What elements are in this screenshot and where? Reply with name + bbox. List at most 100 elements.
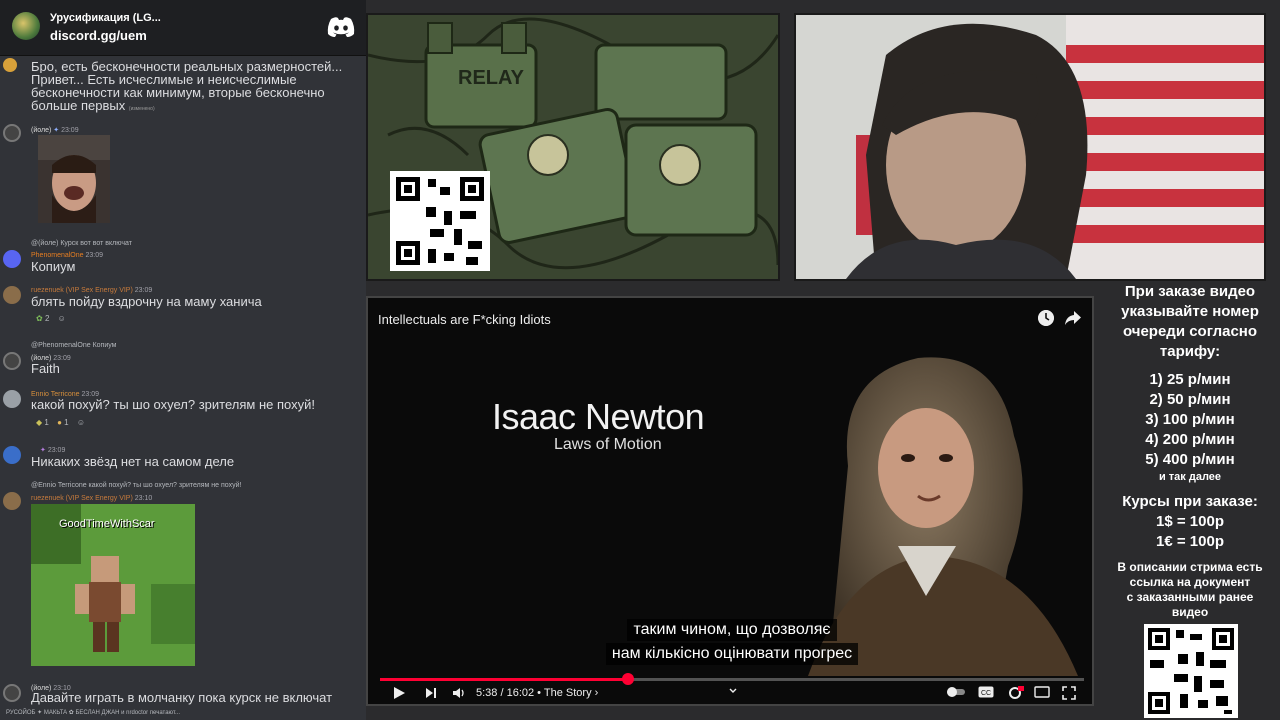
server-header: Урусификация (LG... discord.gg/uem: [0, 0, 366, 56]
add-reaction-icon[interactable]: ☺: [77, 418, 85, 427]
subtitle-line: нам кількісно оцінювати прогрес: [605, 643, 859, 665]
reply-preview: @Ennio Terricone какой похуй? ты шо охуе…: [31, 482, 242, 489]
gif-image: [38, 135, 110, 223]
edited-label: (изменено): [128, 106, 155, 112]
player-controls: 5:38 / 16:02 • The Story › CC: [368, 682, 1092, 704]
video-player[interactable]: Intellectuals are F*cking Idiots Isaac N: [366, 296, 1094, 706]
reaction-count: 2: [44, 314, 50, 323]
add-reaction-icon[interactable]: ☺: [58, 314, 66, 323]
subtitles: таким чином, що дозволяє нам кількісно о…: [582, 618, 882, 666]
info-heading: указывайте номер: [1121, 303, 1259, 320]
webcam-feed: [794, 13, 1266, 281]
share-icon[interactable]: [1064, 310, 1082, 326]
avatar: [3, 390, 21, 408]
video-title[interactable]: Intellectuals are F*cking Idiots: [378, 312, 551, 327]
discord-chat-panel: Бро, есть бесконечности реальных размерн…: [0, 0, 366, 720]
username: ruezenuek (VIP Sex Energy VIP): [31, 287, 133, 294]
server-invite-link[interactable]: discord.gg/uem: [50, 28, 147, 43]
server-name: Урусификация (LG...: [50, 12, 161, 24]
message-text: Давайте играть в молчанку пока курск не …: [31, 690, 333, 705]
timestamp: 23:09: [134, 287, 153, 294]
relay-artwork: RELAY: [366, 13, 780, 281]
time-display: 5:38 / 16:02 • The Story ›: [476, 687, 598, 699]
volume-icon[interactable]: [452, 686, 466, 700]
reply-preview: @PhenomenalOne Копиум: [31, 342, 117, 349]
captions-icon[interactable]: CC: [978, 686, 994, 698]
message-text: блять пойду вздрочну на маму ханича: [31, 294, 262, 309]
avatar: [3, 492, 21, 510]
order-info-panel: При заказе видео указывайте номер очеред…: [1100, 282, 1280, 620]
chat-message: ruezenuek (VIP Sex Energy VIP) 23:09 бля…: [0, 282, 366, 326]
qr-code: [1144, 624, 1238, 718]
webcam-image: [796, 15, 1264, 279]
price-tier: 5) 400 р/мин: [1145, 451, 1235, 468]
chat-message: ✦ 23:09 Никаких звёзд нет на самом деле: [0, 442, 366, 472]
chat-message: (йоле) 23:10 Давайте играть в молчанку п…: [0, 680, 366, 708]
chat-message: (йоле) ✦ 23:09: [0, 120, 366, 230]
price-tier: 3) 100 р/мин: [1145, 411, 1235, 428]
timestamp: 23:09: [61, 127, 79, 134]
chevron-down-icon[interactable]: [728, 686, 738, 696]
stream-overlay: Бро, есть бесконечности реальных размерн…: [0, 0, 1280, 720]
chapter-link[interactable]: • The Story ›: [537, 687, 598, 699]
info-description: ссылка на документ: [1129, 575, 1251, 589]
reaction-chip[interactable]: ✿ 2 ☺: [36, 312, 66, 325]
info-description: с заказанными ранее: [1126, 590, 1254, 604]
reaction-emoji-icon: ◆: [36, 418, 43, 427]
info-heading: При заказе видео: [1124, 283, 1256, 300]
info-description: В описании стрима есть: [1117, 560, 1263, 574]
username: (йоле): [31, 127, 52, 134]
message-text: Faith: [31, 361, 60, 376]
overlay-title: Isaac Newton: [492, 396, 705, 437]
rate-line: 1$ = 100р: [1156, 513, 1224, 530]
avatar: [3, 124, 21, 142]
reaction-chip[interactable]: ◆ 1 ● 1 ☺: [36, 416, 85, 429]
message-text: Копиум: [31, 259, 76, 274]
role-icon: ✦: [40, 447, 46, 454]
chat-message: @Ennio Terricone какой похуй? ты шо охуе…: [0, 478, 366, 668]
subtitle-line: таким чином, що дозволяє: [627, 619, 837, 641]
info-note: и так далее: [1158, 471, 1222, 483]
svg-text:CC: CC: [981, 690, 991, 697]
info-heading: тарифу:: [1159, 343, 1221, 360]
reaction-emoji-icon: ✿: [36, 314, 43, 323]
avatar: [3, 352, 21, 370]
settings-hd-icon[interactable]: [1008, 686, 1024, 700]
play-icon[interactable]: [392, 686, 406, 700]
avatar: [3, 446, 21, 464]
gif-caption: GoodTimeWithScar: [59, 518, 155, 530]
chat-message: @PhenomenalOne Копиум (йоле) 23:09 Faith: [0, 338, 366, 378]
timestamp: 23:10: [134, 495, 153, 502]
avatar: [3, 58, 17, 72]
progress-bar[interactable]: [380, 673, 1084, 685]
reaction-emoji-icon: ●: [57, 418, 62, 427]
message-text: больше первых: [31, 98, 126, 113]
time-text: 5:38 / 16:02: [476, 687, 535, 699]
avatar: [3, 684, 21, 702]
username: PhenomenalOne: [31, 252, 84, 259]
next-icon[interactable]: [424, 686, 438, 700]
rates-heading: Курсы при заказе:: [1122, 493, 1258, 510]
discord-avatar: [3, 250, 21, 268]
cast-icon[interactable]: [1034, 686, 1050, 698]
info-description: видео: [1171, 605, 1209, 619]
progress-fill: [380, 678, 628, 681]
avatar: [3, 286, 21, 304]
fullscreen-icon[interactable]: [1062, 686, 1076, 700]
gif-image: GoodTimeWithScar: [31, 504, 195, 666]
chat-message: Ennio Terricone 23:09 какой похуй? ты шо…: [0, 386, 366, 432]
timestamp: 23:09: [47, 447, 66, 454]
timestamp: 23:09: [85, 252, 104, 259]
role-icon: ✦: [53, 127, 60, 134]
message-text: какой похуй? ты шо охуел? зрителям не по…: [31, 397, 315, 412]
overlay-subtitle: Laws of Motion: [554, 436, 662, 453]
watch-later-icon[interactable]: [1038, 310, 1054, 326]
info-heading: очереди согласно: [1122, 323, 1258, 340]
rate-line: 1€ = 100р: [1156, 533, 1224, 550]
username: ruezenuek (VIP Sex Energy VIP): [31, 495, 133, 502]
chat-message: @(йоле) Курск вот вот включат Phenomenal…: [0, 236, 366, 274]
chat-message: Бро, есть бесконечности реальных размерн…: [0, 56, 366, 112]
server-icon: [12, 12, 40, 40]
discord-logo-icon: [327, 17, 355, 37]
autoplay-toggle-icon[interactable]: [946, 686, 966, 698]
